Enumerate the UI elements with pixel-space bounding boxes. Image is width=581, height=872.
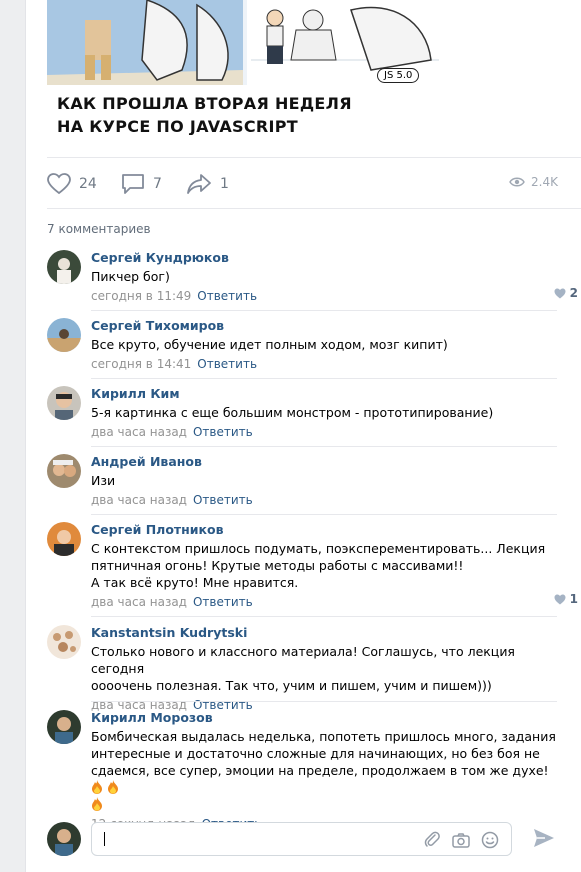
comment-text: Столько нового и классного материала! Со… xyxy=(91,643,557,694)
fire-emoji-icon xyxy=(107,780,119,794)
share-count: 1 xyxy=(220,176,229,192)
eye-icon xyxy=(509,177,525,187)
divider xyxy=(91,514,557,515)
comment-author[interactable]: Кирилл Морозов xyxy=(91,710,557,726)
post-title: КАК ПРОШЛА ВТОРАЯ НЕДЕЛЯ НА КУРСЕ ПО JAV… xyxy=(57,92,352,135)
heart-icon xyxy=(47,173,71,195)
post-image[interactable]: JS 5.0 КАК ПРОШЛА ВТОРАЯ НЕДЕЛЯ НА КУРСЕ… xyxy=(47,0,439,135)
comment-time[interactable]: сегодня в 11:49 xyxy=(91,289,191,303)
send-icon xyxy=(534,829,554,847)
views-count: 2.4K xyxy=(531,175,558,189)
reply-link[interactable]: Ответить xyxy=(193,595,253,609)
comment-icon xyxy=(122,174,144,194)
comment-button[interactable]: 7 xyxy=(121,173,162,195)
comment-like-button[interactable]: 2 xyxy=(554,286,578,300)
comment-text-line: интересные и достаточно сложные для начи… xyxy=(91,746,540,761)
camera-icon[interactable] xyxy=(451,831,471,849)
comment-author[interactable]: Сергей Плотников xyxy=(91,522,557,538)
divider xyxy=(91,378,557,379)
comment-time[interactable]: два часа назад xyxy=(91,425,187,439)
post-title-line-2: НА КУРСЕ ПО JAVASCRIPT xyxy=(57,117,298,135)
send-button[interactable] xyxy=(533,828,555,852)
comment-text-line: А так всё круто! Мне нравится. xyxy=(91,575,299,590)
comment-text-line: С контекстом пришлось подумать, поэкспер… xyxy=(91,541,546,556)
comment-time[interactable]: сегодня в 14:41 xyxy=(91,357,191,371)
comment-author[interactable]: Сергей Кундрюков xyxy=(91,250,557,266)
avatar[interactable] xyxy=(47,318,81,352)
avatar[interactable] xyxy=(47,625,81,659)
composer-tools xyxy=(423,831,499,849)
divider xyxy=(91,446,557,447)
comment-composer xyxy=(47,820,581,860)
comment-like-button[interactable]: 1 xyxy=(554,592,578,606)
avatar[interactable] xyxy=(47,454,81,488)
comment-like-count: 1 xyxy=(569,592,578,606)
comment-text: Все круто, обучение идет полным ходом, м… xyxy=(91,337,448,352)
comment-text: С контекстом пришлось подумать, поэкспер… xyxy=(91,540,557,591)
avatar[interactable] xyxy=(47,710,81,744)
current-user-avatar[interactable] xyxy=(47,822,81,856)
fire-emoji-icon xyxy=(91,797,103,811)
divider xyxy=(91,701,557,702)
comment-time[interactable]: два часа назад xyxy=(91,493,187,507)
comment-author[interactable]: Кирилл Ким xyxy=(91,386,557,402)
share-button[interactable]: 1 xyxy=(186,173,229,195)
comment-text-line: Бомбическая выдалась неделька, попотеть … xyxy=(91,729,556,744)
comment-author[interactable]: Kanstantsin Kudrytski xyxy=(91,625,557,641)
comment-text-line: сдаемся, все супер, эмоции на пределе, п… xyxy=(91,763,549,778)
post-actions-bar: 24 7 1 2.4K xyxy=(47,157,581,209)
attach-icon[interactable] xyxy=(423,831,441,849)
comment-text-line: Столько нового и классного материала! Со… xyxy=(91,644,515,676)
comment-text-line: пятничная огонь! Крутые методы работы с … xyxy=(91,558,464,573)
share-icon xyxy=(187,174,211,194)
comment-author[interactable]: Андрей Иванов xyxy=(91,454,557,470)
heart-icon xyxy=(554,288,566,298)
comment-like-count: 2 xyxy=(569,286,578,300)
reply-link[interactable]: Ответить xyxy=(193,425,253,439)
divider xyxy=(91,616,557,617)
avatar[interactable] xyxy=(47,386,81,420)
comment-text: Изи xyxy=(91,473,116,488)
comment-time[interactable]: два часа назад xyxy=(91,595,187,609)
reply-link[interactable]: Ответить xyxy=(193,493,253,507)
avatar[interactable] xyxy=(47,250,81,284)
post-title-line-1: КАК ПРОШЛА ВТОРАЯ НЕДЕЛЯ xyxy=(57,94,352,113)
avatar[interactable] xyxy=(47,522,81,556)
comic-illustration: JS 5.0 xyxy=(47,0,439,85)
fire-emoji-icon xyxy=(91,780,103,794)
post-card: JS 5.0 КАК ПРОШЛА ВТОРАЯ НЕДЕЛЯ НА КУРСЕ… xyxy=(25,0,581,872)
like-count: 24 xyxy=(79,176,97,192)
text-caret xyxy=(104,832,105,846)
reply-link[interactable]: Ответить xyxy=(197,357,257,371)
divider xyxy=(91,310,557,311)
comment-author[interactable]: Сергей Тихомиров xyxy=(91,318,557,334)
js-version-badge: JS 5.0 xyxy=(377,68,420,83)
comic-panel-left xyxy=(47,0,243,85)
comment-text: Бомбическая выдалась неделька, попотеть … xyxy=(91,728,557,813)
comments-count-title: 7 комментариев xyxy=(47,222,151,236)
reply-link[interactable]: Ответить xyxy=(197,289,257,303)
like-button[interactable]: 24 xyxy=(47,173,97,195)
comment-text: Пикчер бог) xyxy=(91,269,170,284)
heart-icon xyxy=(554,594,566,604)
emoji-icon[interactable] xyxy=(481,831,499,849)
views-counter: 2.4K xyxy=(509,175,558,189)
comment-text: 5-я картинка с еще большим монстром - пр… xyxy=(91,405,494,420)
comment-input[interactable] xyxy=(91,822,512,856)
comment-count: 7 xyxy=(153,176,162,192)
comment-text-line: оооочень полезная. Так что, учим и пишем… xyxy=(91,678,492,693)
